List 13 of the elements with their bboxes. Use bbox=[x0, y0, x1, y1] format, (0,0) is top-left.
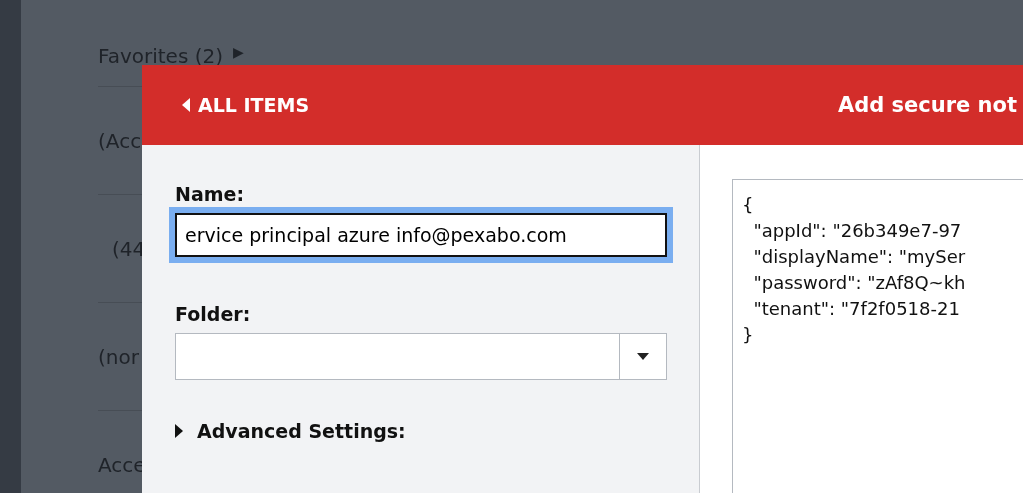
folder-dropdown[interactable] bbox=[175, 333, 667, 380]
list-item-label[interactable]: (nor bbox=[98, 344, 139, 369]
list-item-label[interactable]: Favorites (2) bbox=[98, 44, 224, 68]
expand-arrow[interactable]: ▶ bbox=[233, 44, 244, 60]
advanced-settings-toggle[interactable]: Advanced Settings: bbox=[175, 420, 699, 442]
caret-icon bbox=[182, 98, 190, 112]
caret-icon bbox=[637, 353, 649, 360]
caret-icon bbox=[175, 424, 183, 438]
list-item-label[interactable]: (Acc bbox=[98, 128, 142, 153]
dialog-title: Add secure not bbox=[837, 93, 1017, 117]
name-label: Name: bbox=[175, 183, 245, 205]
all-items-button[interactable]: ALL ITEMS bbox=[182, 94, 310, 116]
folder-label: Folder: bbox=[175, 303, 252, 325]
